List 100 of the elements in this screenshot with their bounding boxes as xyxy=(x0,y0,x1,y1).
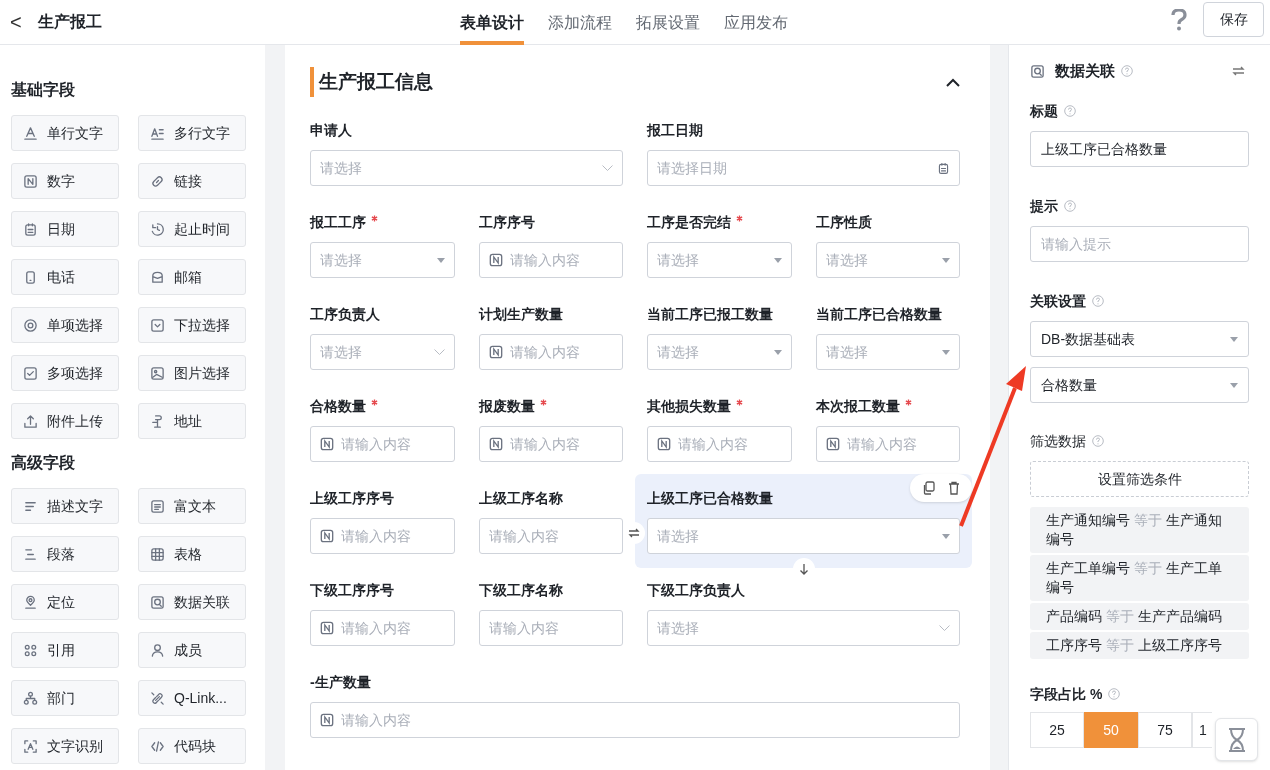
number-icon xyxy=(488,253,503,267)
width-option[interactable]: 25 xyxy=(1030,712,1084,748)
location-pin-icon xyxy=(23,594,38,610)
help-icon[interactable] xyxy=(1171,9,1187,31)
field-type-button[interactable]: 引用 xyxy=(11,632,119,668)
field-label: 工序负责人 xyxy=(310,305,381,324)
filter-condition: 工序序号 等于 上级工序序号 xyxy=(1030,632,1249,659)
number-icon xyxy=(488,345,503,359)
number-icon xyxy=(320,529,334,543)
person-icon xyxy=(150,642,165,658)
select-field[interactable]: 合格数量 xyxy=(1030,367,1249,403)
width-option[interactable]: 1 xyxy=(1192,712,1212,748)
back-button[interactable]: < xyxy=(10,7,26,37)
field-type-button[interactable]: 数据关联 xyxy=(138,584,246,620)
checkbox-icon xyxy=(23,365,38,381)
field-type-button[interactable]: 电话 xyxy=(11,259,119,295)
property-label: 关联设置 xyxy=(1030,291,1086,311)
field-label: 其他损失数量 xyxy=(647,396,792,416)
caret-down-icon xyxy=(1230,336,1238,342)
dropdown-icon xyxy=(150,317,165,333)
field-type-button[interactable]: 起止时间 xyxy=(138,211,246,247)
help-icon[interactable] xyxy=(1092,295,1104,307)
table-icon xyxy=(150,546,165,562)
swap-icon[interactable] xyxy=(1232,65,1245,77)
field-type-button[interactable]: 下拉选择 xyxy=(138,307,246,343)
tab[interactable]: 应用发布 xyxy=(724,0,788,45)
field-type-button[interactable]: 表格 xyxy=(138,536,246,572)
field-label: 上级工序序号 xyxy=(310,489,395,508)
number-icon xyxy=(657,437,671,451)
help-icon[interactable] xyxy=(1108,688,1121,700)
field-label: 工序序号 xyxy=(478,213,536,232)
panel-title: 数据关联 xyxy=(1055,60,1115,81)
radio-icon xyxy=(23,317,38,333)
field-type-button[interactable]: 多行文字 xyxy=(138,115,246,151)
field-type-button[interactable]: 富文本 xyxy=(138,488,246,524)
field-label: 上级工序名称 xyxy=(478,489,564,508)
field-type-button[interactable]: 文字识别 xyxy=(11,728,119,764)
copy-icon[interactable] xyxy=(922,481,936,495)
field-type-button[interactable]: 图片选择 xyxy=(138,355,246,391)
palette-section-title: 高级字段 xyxy=(11,453,76,473)
field-label: 下级工序负责人 xyxy=(647,581,746,600)
field-type-button[interactable]: 链接 xyxy=(138,163,246,199)
scan-text-icon xyxy=(23,738,38,754)
field-type-button[interactable]: 数字 xyxy=(11,163,119,199)
filter-button[interactable]: 设置筛选条件 xyxy=(1030,461,1249,497)
mailbox-icon xyxy=(150,269,165,285)
property-label: 筛选数据 xyxy=(1030,431,1086,451)
field-label: 报废数量 xyxy=(478,396,623,416)
field-type-button[interactable]: 附件上传 xyxy=(11,403,119,439)
number-icon xyxy=(320,713,334,727)
tab[interactable]: 添加流程 xyxy=(548,0,612,45)
field-type-button[interactable]: 日期 xyxy=(11,211,119,247)
field-type-button[interactable]: 成员 xyxy=(138,632,246,668)
page-title: 生产报工 xyxy=(38,12,102,32)
field-type-button[interactable]: 单行文字 xyxy=(11,115,119,151)
field-type-button[interactable]: 部门 xyxy=(11,680,119,716)
image-icon xyxy=(150,365,165,381)
help-icon[interactable] xyxy=(1121,65,1133,77)
chevron-down-icon xyxy=(939,624,950,632)
hourglass-button[interactable] xyxy=(1215,718,1258,761)
field-type-button[interactable]: 定位 xyxy=(11,584,119,620)
number-icon xyxy=(825,437,840,451)
field-type-button[interactable]: 单项选择 xyxy=(11,307,119,343)
chevron-down-icon xyxy=(433,348,445,356)
field-type-button[interactable]: Q-Link... xyxy=(138,680,246,716)
calendar-icon xyxy=(937,161,950,175)
number-icon xyxy=(23,173,38,189)
collapse-chevron-icon[interactable] xyxy=(946,77,960,87)
link-icon xyxy=(150,173,165,189)
input-field[interactable]: 上级工序已合格数量 xyxy=(1030,131,1249,167)
field-type-button[interactable]: 描述文字 xyxy=(11,488,119,524)
field-label: 报工工序 xyxy=(310,212,455,232)
field-label: 下级工序序号 xyxy=(310,581,395,600)
field-label: 当前工序已报工数量 xyxy=(647,305,774,324)
caret-down-icon xyxy=(942,533,950,539)
chevron-down-icon xyxy=(602,164,613,172)
search-box-icon xyxy=(150,594,165,610)
help-icon[interactable] xyxy=(1092,435,1104,447)
field-type-button[interactable]: 代码块 xyxy=(138,728,246,764)
field-type-button[interactable]: 地址 xyxy=(138,403,246,439)
select-field[interactable]: DB-数据基础表 xyxy=(1030,321,1249,357)
field-type-button[interactable]: 邮箱 xyxy=(138,259,246,295)
section-title: 生产报工信息 xyxy=(319,69,433,94)
field-label: 合格数量 xyxy=(310,396,455,416)
field-label: 报工日期 xyxy=(647,121,704,140)
help-icon[interactable] xyxy=(1064,200,1076,212)
number-icon xyxy=(488,437,503,451)
field-label: 本次报工数量 xyxy=(815,396,960,416)
code-icon xyxy=(150,738,165,754)
width-option[interactable]: 75 xyxy=(1138,712,1192,748)
hierarchy-icon xyxy=(23,690,38,706)
save-button[interactable]: 保存 xyxy=(1203,2,1264,37)
field-type-button[interactable]: 段落 xyxy=(11,536,119,572)
trash-icon[interactable] xyxy=(947,481,960,495)
help-icon[interactable] xyxy=(1064,105,1076,117)
plug-link-icon xyxy=(150,690,165,706)
tab[interactable]: 拓展设置 xyxy=(636,0,700,45)
clock-icon xyxy=(150,221,165,237)
field-type-button[interactable]: 多项选择 xyxy=(11,355,119,391)
section-accent-bar xyxy=(310,67,314,97)
